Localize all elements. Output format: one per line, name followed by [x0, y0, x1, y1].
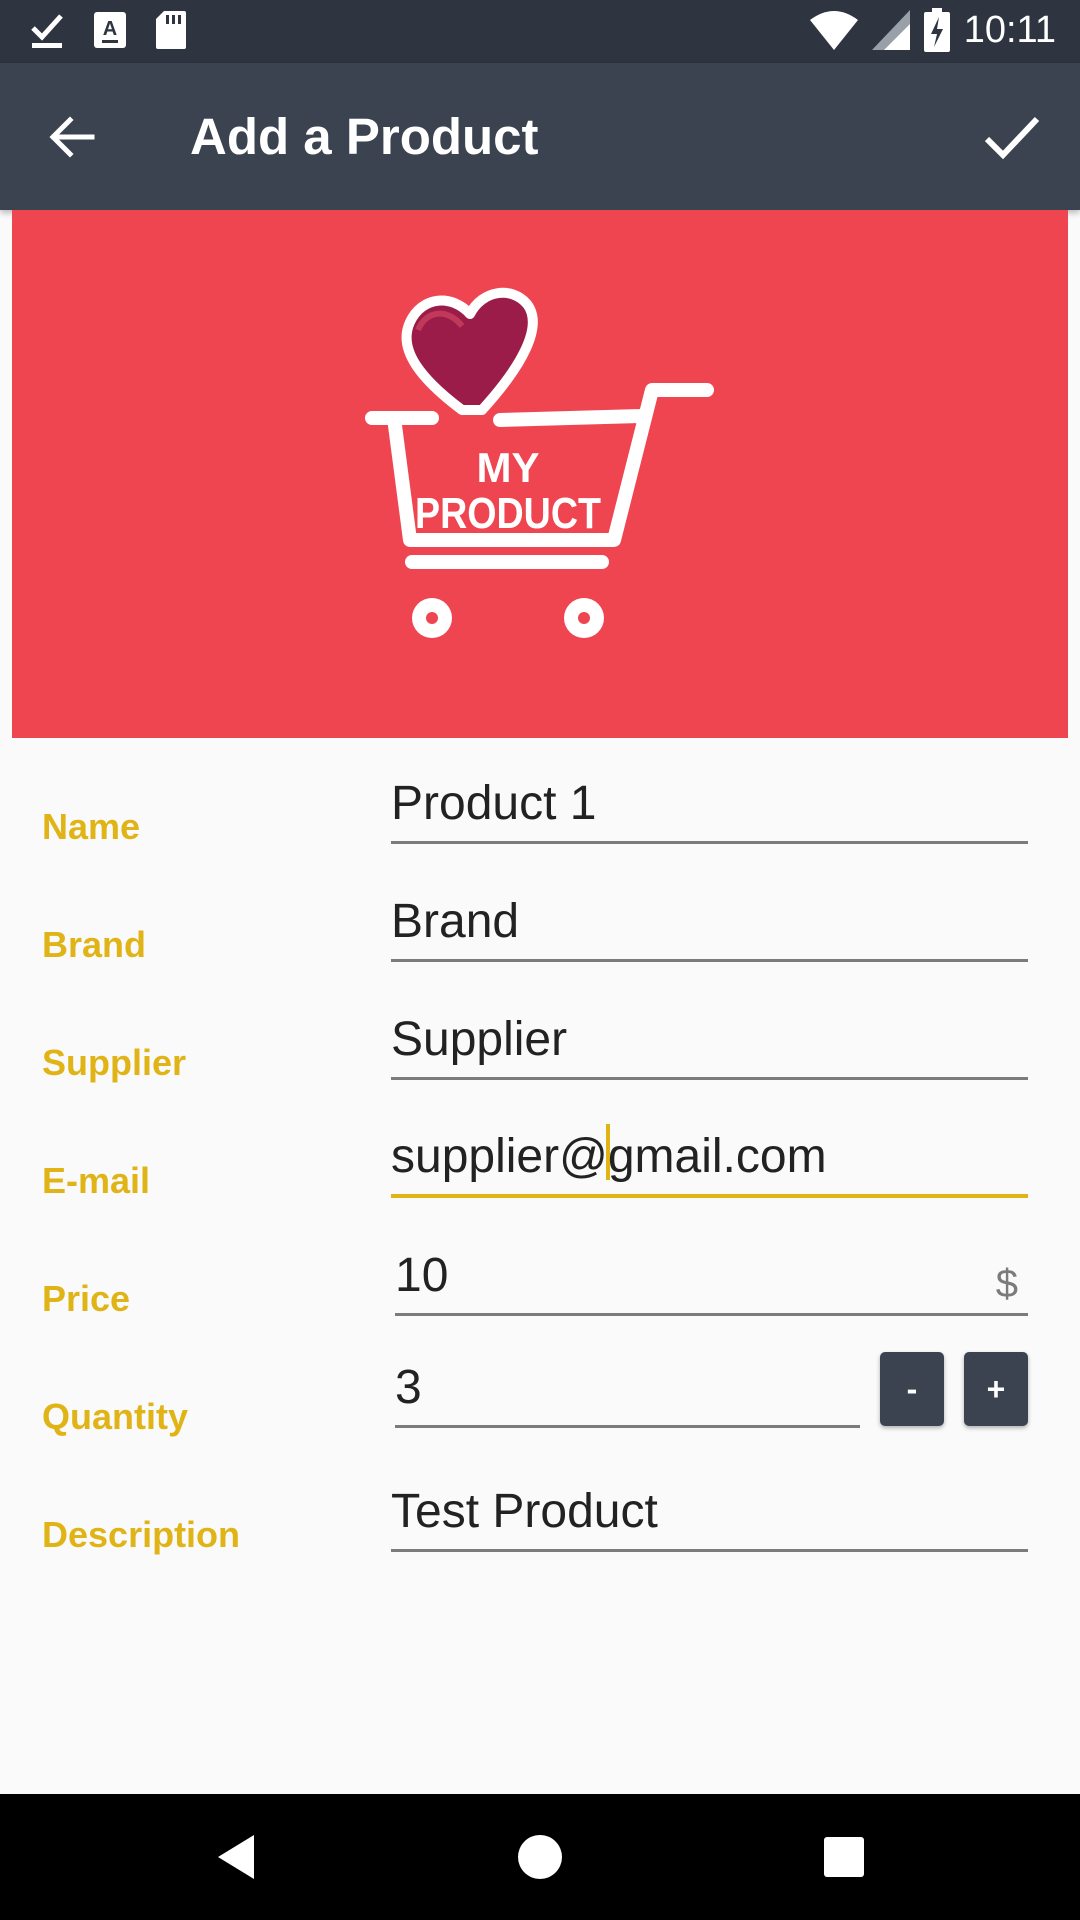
price-row: Price 10 $: [0, 1230, 1080, 1348]
email-input-value: supplier@gmail.com: [391, 1124, 827, 1184]
nav-recents-icon[interactable]: [814, 1827, 874, 1887]
price-input-value: 10: [395, 1249, 449, 1302]
battery-charging-icon: [923, 8, 950, 52]
nav-back-icon[interactable]: [206, 1827, 266, 1887]
description-label: Description: [42, 1514, 241, 1555]
price-label: Price: [42, 1278, 131, 1319]
quantity-input[interactable]: 3: [395, 1342, 860, 1428]
svg-text:A: A: [103, 18, 117, 40]
status-bar: A 10:11: [0, 0, 1080, 63]
decrement-button[interactable]: -: [880, 1352, 944, 1426]
description-row: Description Test Product: [0, 1466, 1080, 1584]
description-input-value: Test Product: [391, 1485, 658, 1538]
status-icons-right: 10:11: [809, 8, 1056, 52]
name-row: Name Product 1: [0, 758, 1080, 876]
email-row: E-mail supplier@gmail.com: [0, 1112, 1080, 1230]
status-icons-left: A: [30, 10, 186, 50]
arrow-back-icon[interactable]: [44, 109, 100, 165]
supplier-input[interactable]: Supplier: [391, 994, 1028, 1080]
status-time: 10:11: [963, 8, 1056, 51]
brand-label: Brand: [42, 924, 147, 965]
wifi-icon: [809, 11, 858, 50]
name-label: Name: [42, 806, 141, 847]
signal-icon: [871, 10, 910, 50]
supplier-input-value: Supplier: [391, 1013, 568, 1066]
description-input[interactable]: Test Product: [391, 1466, 1028, 1552]
text-a-icon: A: [94, 12, 126, 48]
price-unit: $: [995, 1262, 1018, 1306]
logo-text-product: PRODUCT: [415, 489, 601, 538]
download-done-icon: [31, 14, 63, 48]
check-icon[interactable]: [982, 109, 1042, 165]
shopping-cart-heart-logo: MY PRODUCT: [365, 287, 714, 638]
email-label: E-mail: [42, 1160, 151, 1201]
email-text-before-caret: supplier@: [391, 1130, 608, 1183]
quantity-input-value: 3: [395, 1361, 422, 1414]
brand-row: Brand Brand: [0, 876, 1080, 994]
nav-home-icon[interactable]: [510, 1827, 570, 1887]
name-input[interactable]: Product 1: [391, 758, 1028, 844]
supplier-label: Supplier: [42, 1042, 187, 1083]
supplier-row: Supplier Supplier: [0, 994, 1080, 1112]
increment-button[interactable]: +: [964, 1352, 1028, 1426]
sd-card-icon: [156, 11, 186, 49]
brand-input[interactable]: Brand: [391, 876, 1028, 962]
logo-text-my: MY: [477, 444, 540, 491]
product-image-banner[interactable]: MY PRODUCT: [12, 210, 1068, 738]
system-nav-bar: [0, 1794, 1080, 1920]
brand-input-value: Brand: [391, 895, 520, 948]
app-bar: Add a Product: [0, 63, 1080, 210]
product-form: Name Product 1 Brand Brand Supplier Supp…: [0, 738, 1080, 1794]
email-input[interactable]: supplier@gmail.com: [391, 1112, 1028, 1198]
name-input-value: Product 1: [391, 777, 597, 830]
price-input[interactable]: 10 $: [395, 1230, 1028, 1316]
quantity-label: Quantity: [42, 1396, 189, 1437]
page-title: Add a Product: [190, 108, 539, 165]
email-text-after-caret: gmail.com: [607, 1130, 827, 1183]
quantity-row: Quantity 3 - +: [0, 1348, 1080, 1466]
